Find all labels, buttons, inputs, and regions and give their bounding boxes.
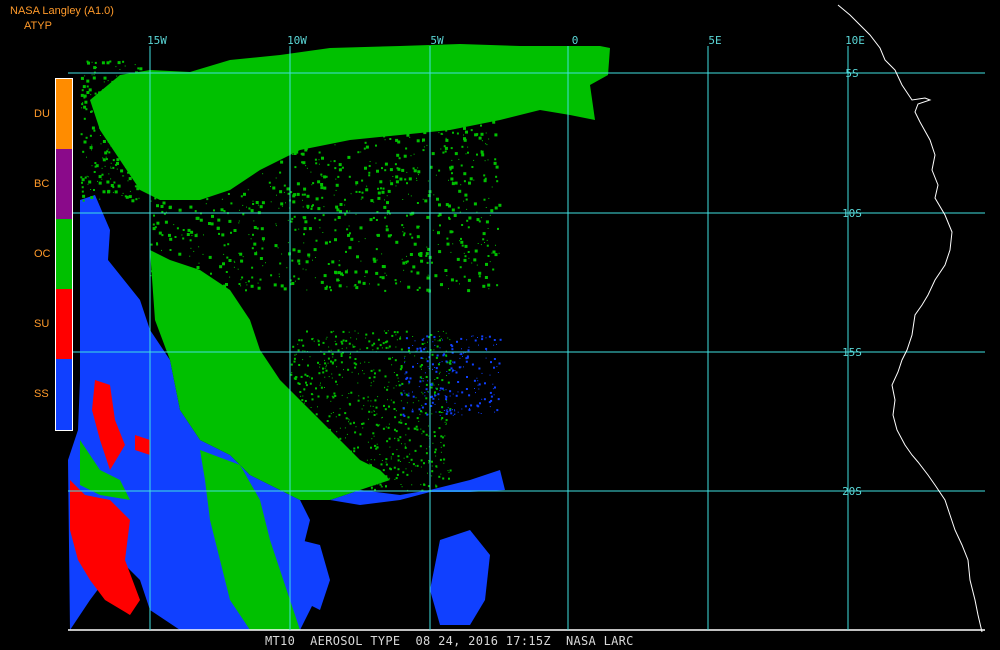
legend-swatch-bc bbox=[56, 149, 72, 219]
lon-label-0: 0 bbox=[572, 34, 579, 47]
legend-swatch-su bbox=[56, 289, 72, 359]
lat-label-10s: 10S bbox=[842, 207, 862, 220]
legend-label-ss: SS bbox=[34, 388, 49, 400]
lat-label-15s: 15S bbox=[842, 346, 862, 359]
aerosol-speckle-ss-east bbox=[400, 335, 502, 417]
legend-swatch-oc bbox=[56, 219, 72, 289]
legend-label-bc: BC bbox=[34, 178, 50, 190]
satellite-map-view: 15W 10W 5W 0 5E 10E 5S 10S 15S 20S NASA Langley (… bbox=[0, 0, 1000, 650]
legend-label-oc: OC bbox=[34, 248, 51, 260]
producer-label: NASA Langley (A1.0) bbox=[10, 5, 114, 17]
footer-caption: MT10 AEROSOL TYPE 08 24, 2016 17:15Z NAS… bbox=[265, 634, 634, 648]
legend-label-su: SU bbox=[34, 318, 50, 330]
lon-label-5e: 5E bbox=[708, 34, 721, 47]
legend-swatch-du bbox=[56, 79, 72, 149]
lat-label-5s: 5S bbox=[845, 67, 858, 80]
aerosol-region-ss-south bbox=[430, 530, 490, 625]
lon-label-15w: 15W bbox=[147, 34, 167, 47]
legend-label-du: DU bbox=[34, 108, 50, 120]
map-canvas: 15W 10W 5W 0 5E 10E 5S 10S 15S 20S bbox=[68, 4, 985, 633]
lat-label-20s: 20S bbox=[842, 485, 862, 498]
coastline-path bbox=[837, 4, 983, 633]
aerosol-type-layer bbox=[68, 44, 610, 630]
lon-label-10e: 10E bbox=[845, 34, 865, 47]
aerosol-region-ss-pocket bbox=[300, 540, 330, 610]
legend-swatch-ss bbox=[56, 359, 72, 430]
lon-label-5w: 5W bbox=[430, 34, 444, 47]
product-label: ATYP bbox=[24, 20, 52, 32]
lon-label-10w: 10W bbox=[287, 34, 307, 47]
coastline bbox=[837, 4, 983, 633]
